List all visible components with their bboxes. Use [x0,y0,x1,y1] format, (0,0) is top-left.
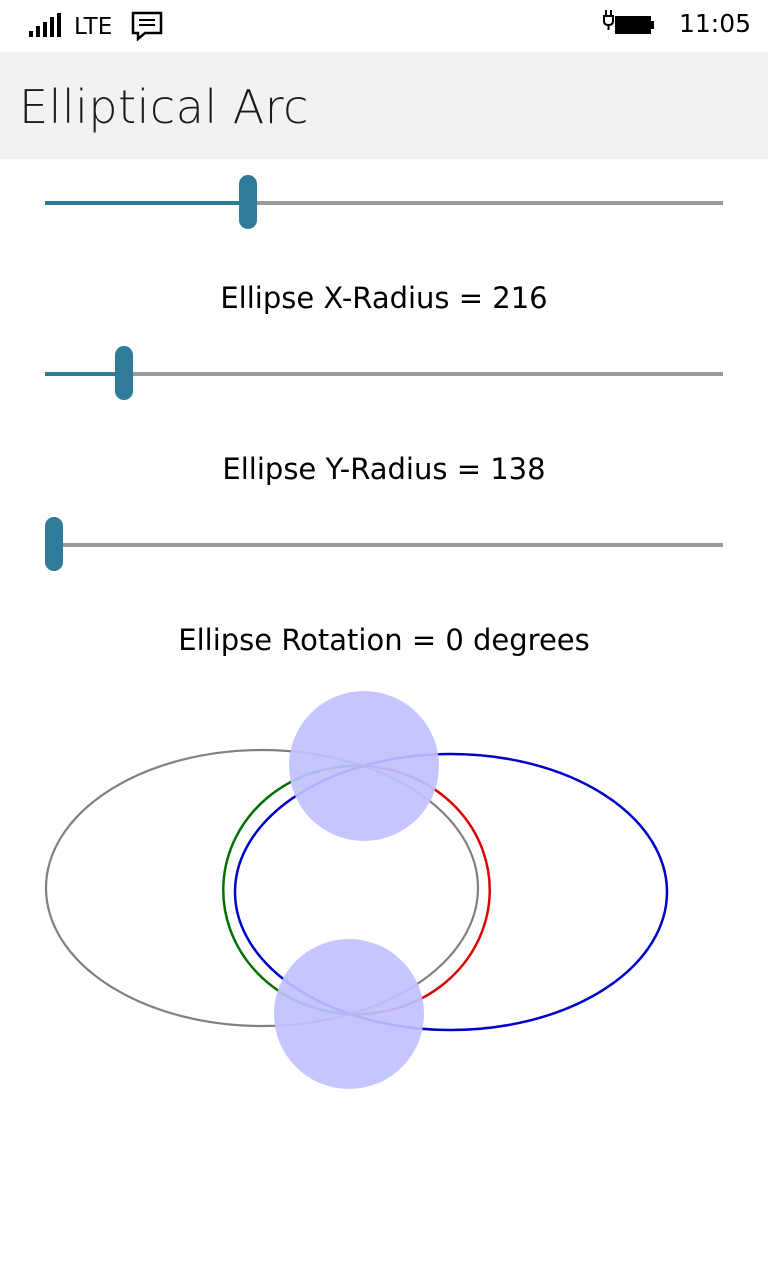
page-title: Elliptical Arc [19,80,309,134]
status-bar: LTE 11:05 [0,0,768,52]
battery-charging-icon [603,10,654,34]
signal-bars-icon [29,13,61,37]
rotation-label: Ellipse Rotation = 0 degrees [178,623,590,657]
x-radius-slider[interactable] [45,346,723,402]
slider-fill [45,201,249,205]
network-type-label: LTE [74,14,113,40]
y-radius-label: Ellipse Y-Radius = 138 [222,452,546,486]
start-point-handle[interactable] [289,691,439,841]
clock: 11:05 [679,9,752,38]
slider-track[interactable] [45,543,723,547]
y-radius-slider[interactable] [45,517,723,573]
x-radius-label: Ellipse X-Radius = 216 [220,281,548,315]
slider-thumb[interactable] [114,346,133,400]
slider-unlabeled[interactable] [45,175,723,231]
slider-track[interactable] [45,372,723,376]
end-point-handle[interactable] [274,939,424,1089]
slider-thumb[interactable] [239,175,258,229]
arc-canvas [44,691,669,1089]
message-icon [131,11,163,41]
title-bar: Elliptical Arc [0,52,768,159]
slider-thumb[interactable] [45,517,63,571]
slider-fill [45,372,124,376]
